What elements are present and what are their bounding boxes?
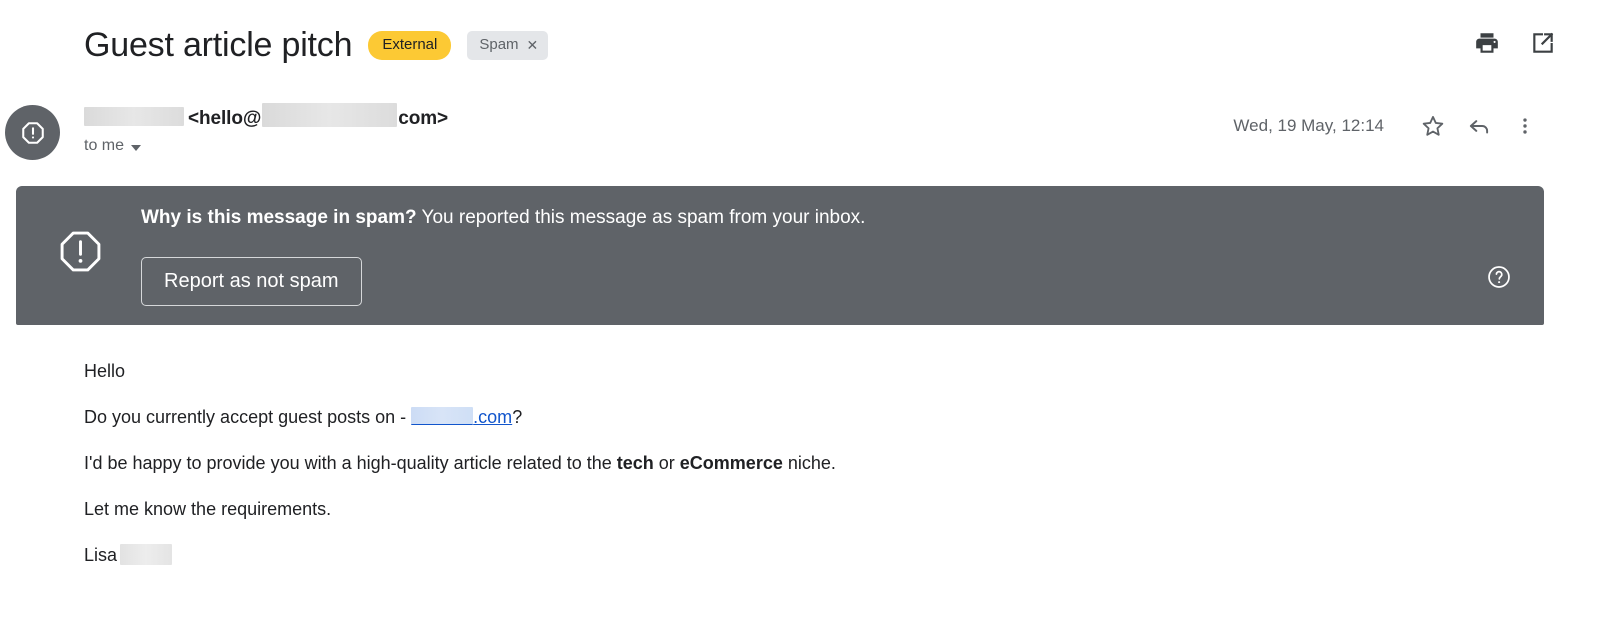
reply-button[interactable] (1456, 106, 1502, 146)
domain-link[interactable]: .com (473, 407, 512, 427)
body-greeting: Hello (84, 361, 126, 381)
recipient-label: to me (84, 137, 125, 154)
offer-bold-tech: tech (616, 453, 654, 473)
chevron-down-icon[interactable] (131, 145, 142, 151)
body-text-before-link: Do you currently accept guest posts on - (84, 407, 412, 427)
sender-email-prefix: <hello@ (188, 108, 262, 129)
sender-email-suffix: com> (398, 108, 449, 129)
header-actions (1474, 30, 1556, 56)
help-circle-icon[interactable] (1486, 264, 1512, 290)
spam-banner-question: Why is this message in spam? (141, 207, 417, 228)
message-body: Hello Do you currently accept guest post… (84, 358, 1484, 568)
email-header: Guest article pitch External Spam ✕ (0, 14, 1600, 76)
body-paragraph-offer: I'd be happy to provide you with a high-… (84, 450, 1484, 476)
offer-text-b: or (653, 453, 680, 473)
label-chip-spam-text: Spam (479, 35, 519, 53)
spam-banner-explanation: You reported this message as spam from y… (421, 207, 866, 228)
sender-address-line[interactable]: <hello@ com> (84, 100, 448, 130)
more-options-button[interactable] (1502, 106, 1548, 146)
body-signature: Lisa (84, 542, 1484, 568)
star-outline-icon (1422, 115, 1444, 136)
close-icon[interactable]: ✕ (527, 38, 539, 52)
report-not-spam-button[interactable]: Report as not spam (141, 257, 362, 306)
star-button[interactable] (1410, 106, 1456, 146)
print-icon[interactable] (1474, 30, 1500, 56)
open-in-new-icon[interactable] (1530, 30, 1556, 56)
label-chip-spam[interactable]: Spam ✕ (467, 30, 549, 60)
warning-octagon-icon (57, 228, 104, 280)
sender-row: <hello@ com> to me Wed, 19 May, 12:14 (0, 100, 1600, 170)
page-title: Guest article pitch (84, 26, 353, 64)
offer-bold-ecommerce: eCommerce (679, 453, 783, 473)
offer-text-a: I'd be happy to provide you with a high-… (84, 453, 617, 473)
more-vertical-icon (1523, 118, 1527, 134)
status-badge-external: External (368, 30, 452, 60)
body-paragraph-requirements: Let me know the requirements. (84, 499, 332, 519)
spam-octagon-icon (21, 121, 44, 144)
offer-text-c: niche. (782, 453, 836, 473)
avatar (5, 105, 60, 160)
spam-banner-text: Why is this message in spam? You reporte… (141, 205, 865, 231)
sender-info: <hello@ com> to me (84, 100, 448, 155)
message-actions: Wed, 19 May, 12:14 (1233, 106, 1548, 146)
spam-banner: Why is this message in spam? You reporte… (16, 186, 1544, 325)
redacted-domain-link[interactable] (411, 407, 474, 425)
redacted-signature-surname (120, 544, 173, 565)
reply-arrow-icon (1469, 120, 1489, 134)
subject-group: Guest article pitch External Spam ✕ (84, 24, 549, 66)
body-paragraph-question: Do you currently accept guest posts on -… (84, 404, 1484, 430)
redacted-sender-name (84, 107, 184, 126)
body-text-after-link: ? (512, 407, 523, 427)
message-timestamp: Wed, 19 May, 12:14 (1233, 116, 1384, 135)
recipient-dropdown[interactable]: to me (84, 137, 448, 155)
redacted-sender-domain (262, 103, 398, 127)
signature-name: Lisa (84, 545, 118, 565)
